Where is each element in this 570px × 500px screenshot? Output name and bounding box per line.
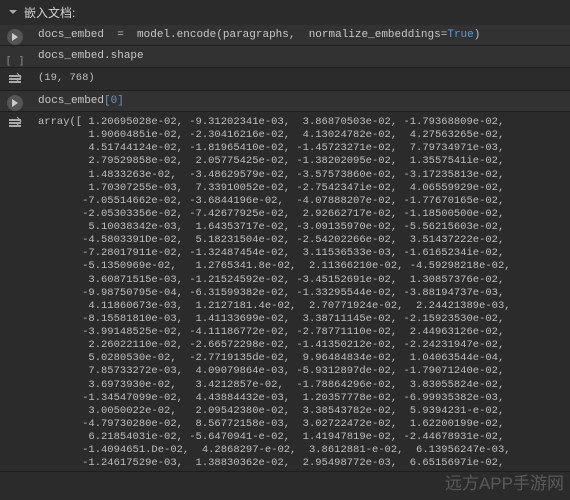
run-icon[interactable] [7,29,23,45]
watermark-text: 远方APP手游网 [445,469,564,494]
code-cell-2: [ ] docs_embed.shape [0,46,570,68]
output-cell-2: (19, 768) [0,68,570,91]
code-cell-1: docs_embed = model.encode(paragraphs, no… [0,25,570,46]
cell-gutter [0,25,30,45]
chevron-down-icon[interactable] [8,6,18,20]
output-stream-icon[interactable] [8,72,22,90]
code-input[interactable]: docs_embed[0] [30,91,570,111]
section-header: 嵌入文档: [0,0,570,25]
output-gutter [0,68,30,90]
cell-gutter: [ ] [0,46,30,67]
section-title: 嵌入文档: [24,4,75,21]
array-output: array([ 1.20695028e-02, -9.31202341e-03,… [30,112,570,471]
execution-count: [ ] [5,50,25,67]
cell-gutter [0,91,30,111]
output-text: (19, 768) [30,68,570,90]
code-cell-3: docs_embed[0] [0,91,570,112]
output-cell-3: array([ 1.20695028e-02, -9.31202341e-03,… [0,112,570,472]
run-icon[interactable] [7,95,23,111]
output-gutter [0,112,30,471]
code-input[interactable]: docs_embed.shape [30,46,570,67]
code-input[interactable]: docs_embed = model.encode(paragraphs, no… [30,25,570,45]
output-stream-icon[interactable] [8,116,22,471]
